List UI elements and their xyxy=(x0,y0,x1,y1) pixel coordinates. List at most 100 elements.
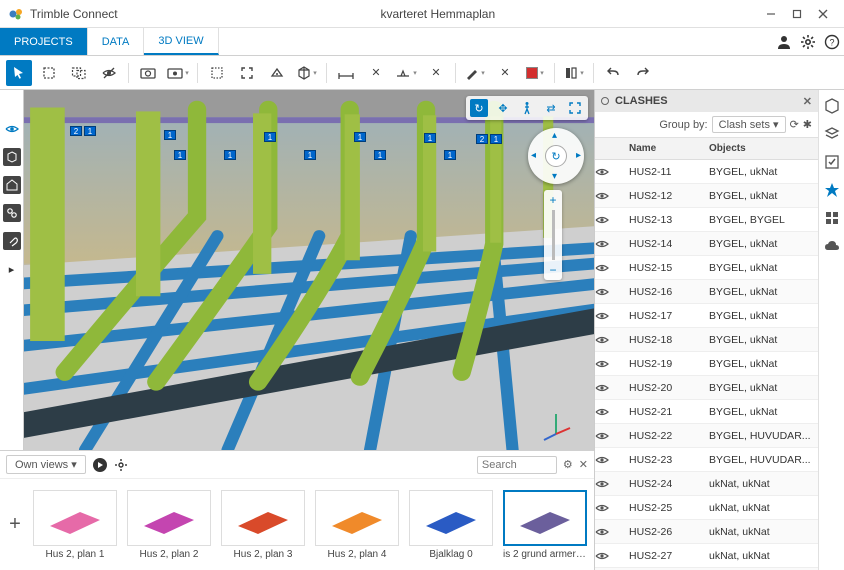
maximize-button[interactable] xyxy=(784,4,810,24)
clash-row[interactable]: HUS2-16BYGEL, ukNat xyxy=(595,280,818,304)
look-icon[interactable]: ⇄ xyxy=(542,99,560,117)
clash-row[interactable]: HUS2-21BYGEL, ukNat xyxy=(595,400,818,424)
models-icon[interactable] xyxy=(822,96,842,116)
eye-icon[interactable] xyxy=(595,407,625,417)
cube-icon[interactable] xyxy=(3,148,21,166)
groupby-dropdown[interactable]: Clash sets ▾ xyxy=(712,116,786,133)
view-thumbnail[interactable]: Bjalklag 0 xyxy=(408,490,494,560)
minimize-button[interactable] xyxy=(758,4,784,24)
hide-tool[interactable] xyxy=(96,60,122,86)
views-dropdown[interactable]: Own views ▾ xyxy=(6,455,86,474)
eye-icon[interactable] xyxy=(595,191,625,201)
help-icon[interactable]: ? xyxy=(820,30,844,54)
clash-row[interactable]: HUS2-20BYGEL, ukNat xyxy=(595,376,818,400)
eye-icon[interactable] xyxy=(595,527,625,537)
close-button[interactable] xyxy=(810,4,836,24)
marker[interactable]: 2 xyxy=(70,126,82,136)
view-thumbnail[interactable]: Hus 2, plan 2 xyxy=(126,490,212,560)
clash-row[interactable]: HUS2-13BYGEL, BYGEL xyxy=(595,208,818,232)
marker[interactable]: 1 xyxy=(174,150,186,160)
clash-row[interactable]: HUS2-11BYGEL, ukNat xyxy=(595,160,818,184)
ghost-tool[interactable] xyxy=(204,60,230,86)
zoom-slider[interactable]: + − xyxy=(544,190,562,280)
axis-gizmo-icon[interactable] xyxy=(538,406,574,442)
marquee-tool[interactable] xyxy=(36,60,62,86)
settings-icon[interactable] xyxy=(796,30,820,54)
clash-row[interactable]: HUS2-25ukNat, ukNat xyxy=(595,496,818,520)
tab-data[interactable]: DATA xyxy=(88,28,145,55)
clash-row[interactable]: HUS2-18BYGEL, ukNat xyxy=(595,328,818,352)
tab-3dview[interactable]: 3D VIEW xyxy=(144,28,218,55)
marker[interactable]: 1 xyxy=(304,150,316,160)
clash-row[interactable]: HUS2-23BYGEL, HUVUDAR... xyxy=(595,448,818,472)
layers-icon[interactable] xyxy=(822,124,842,144)
panel-close-icon[interactable]: ✕ xyxy=(803,95,812,108)
cloud-icon[interactable] xyxy=(822,236,842,256)
marker[interactable]: 2 xyxy=(476,134,488,144)
grid-icon[interactable] xyxy=(822,208,842,228)
eye-icon[interactable] xyxy=(595,431,625,441)
views-search-input[interactable] xyxy=(477,456,557,474)
navigation-ring[interactable]: ↻ ▴ ▾ ◂ ▸ xyxy=(528,128,584,184)
eye-icon[interactable] xyxy=(595,479,625,489)
isolate-tool[interactable] xyxy=(264,60,290,86)
clash-row[interactable]: HUS2-12BYGEL, ukNat xyxy=(595,184,818,208)
eye-icon[interactable] xyxy=(595,215,625,225)
orbit-center-icon[interactable]: ↻ xyxy=(545,145,567,167)
markup-delete-tool[interactable]: ✕ xyxy=(492,60,518,86)
marker[interactable]: 1 xyxy=(490,134,502,144)
view-thumbnail[interactable]: Hus 2, plan 1 xyxy=(32,490,118,560)
eye-icon[interactable] xyxy=(595,311,625,321)
eye-icon[interactable] xyxy=(595,263,625,273)
todo-icon[interactable] xyxy=(822,152,842,172)
camera-mode-tool[interactable] xyxy=(165,60,191,86)
3d-viewport[interactable]: 2 1 1 1 1 1 2 1 1 1 1 1 1 ↻ ✥ ⇄ xyxy=(24,90,594,450)
tab-projects[interactable]: PROJECTS xyxy=(0,28,88,55)
clash-row[interactable]: HUS2-22BYGEL, HUVUDAR... xyxy=(595,424,818,448)
play-icon[interactable] xyxy=(92,457,108,473)
eye-icon[interactable] xyxy=(595,167,625,177)
zoom-in-icon[interactable]: + xyxy=(544,193,562,207)
marker[interactable]: 1 xyxy=(84,126,96,136)
views-close-icon[interactable]: ✕ xyxy=(579,458,588,471)
measure-tool[interactable] xyxy=(333,60,359,86)
marker[interactable]: 1 xyxy=(354,132,366,142)
clash-row[interactable]: HUS2-14BYGEL, ukNat xyxy=(595,232,818,256)
attach-icon[interactable] xyxy=(3,232,21,250)
eye-icon[interactable] xyxy=(595,455,625,465)
clash-row[interactable]: HUS2-19BYGEL, ukNat xyxy=(595,352,818,376)
color-picker-tool[interactable] xyxy=(522,60,548,86)
eye-icon[interactable] xyxy=(595,383,625,393)
view-thumbnail[interactable]: Hus 2, plan 3 xyxy=(220,490,306,560)
markup-pen-tool[interactable] xyxy=(462,60,488,86)
render-mode-tool[interactable] xyxy=(561,60,587,86)
marker[interactable]: 1 xyxy=(224,150,236,160)
undo-tool[interactable] xyxy=(600,60,626,86)
panel-settings-icon[interactable]: ✱ xyxy=(803,118,812,131)
eye-icon[interactable] xyxy=(595,239,625,249)
clash-list[interactable]: HUS2-11BYGEL, ukNatHUS2-12BYGEL, ukNatHU… xyxy=(595,160,818,570)
section-delete-tool[interactable]: ✕ xyxy=(423,60,449,86)
marker[interactable]: 1 xyxy=(424,133,436,143)
user-icon[interactable] xyxy=(772,30,796,54)
marker[interactable]: 1 xyxy=(444,150,456,160)
link-icon[interactable] xyxy=(3,204,21,222)
redo-tool[interactable] xyxy=(630,60,656,86)
visibility-icon[interactable] xyxy=(3,120,21,138)
col-objects[interactable]: Objects xyxy=(705,143,818,154)
pan-icon[interactable]: ✥ xyxy=(494,99,512,117)
section-tool[interactable] xyxy=(393,60,419,86)
marker[interactable]: 1 xyxy=(264,132,276,142)
views-settings2-icon[interactable]: ⚙ xyxy=(563,458,573,471)
eye-icon[interactable] xyxy=(595,551,625,561)
fit-tool[interactable] xyxy=(234,60,260,86)
zoom-out-icon[interactable]: − xyxy=(544,263,562,277)
eye-icon[interactable] xyxy=(595,359,625,369)
eye-icon[interactable] xyxy=(595,335,625,345)
clash-row[interactable]: HUS2-17BYGEL, ukNat xyxy=(595,304,818,328)
clash-row[interactable]: HUS2-26ukNat, ukNat xyxy=(595,520,818,544)
fullscreen-icon[interactable] xyxy=(566,99,584,117)
clashes-icon[interactable] xyxy=(822,180,842,200)
expand-strip-icon[interactable]: ▸ xyxy=(3,260,21,278)
lasso-tool[interactable] xyxy=(66,60,92,86)
